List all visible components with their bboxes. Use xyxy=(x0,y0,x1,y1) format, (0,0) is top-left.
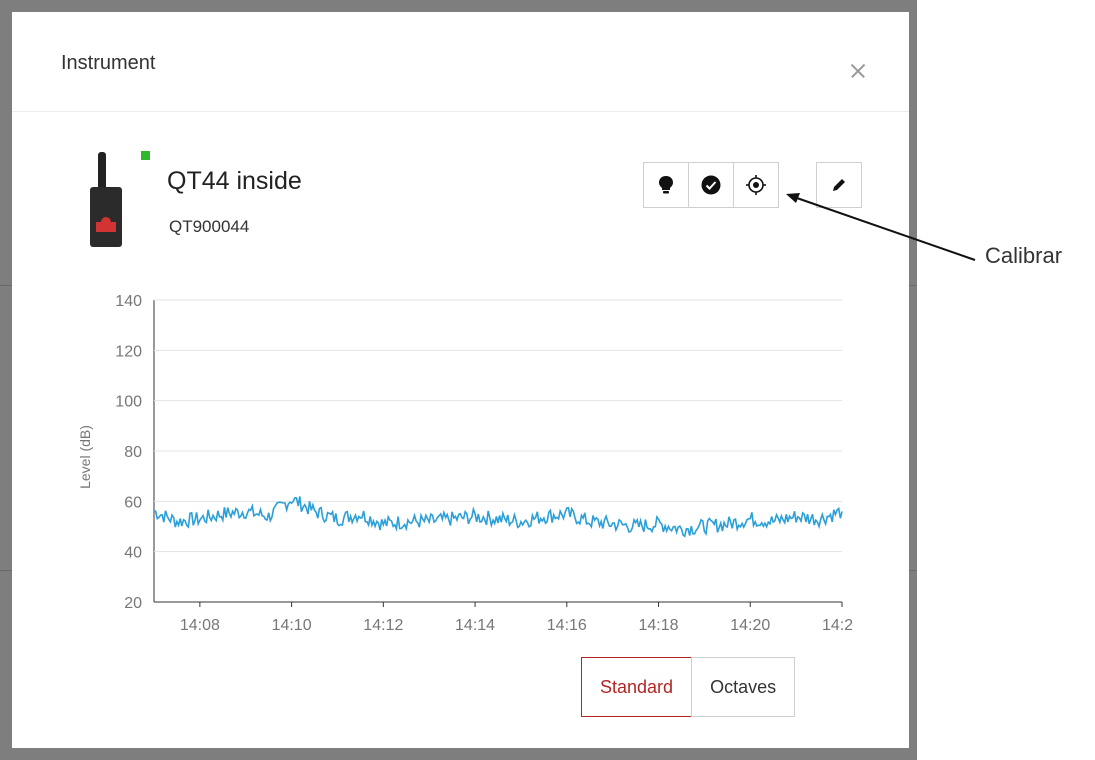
y-tick-label: 140 xyxy=(115,293,142,310)
x-tick-label: 14:14 xyxy=(455,617,495,634)
status-indicator xyxy=(141,151,150,160)
lightbulb-icon xyxy=(659,176,673,194)
chart-grid xyxy=(153,299,842,603)
verify-button[interactable] xyxy=(688,162,734,208)
close-button[interactable] xyxy=(843,56,873,86)
x-axis: 14:08 14:10 14:12 14:14 14:16 14:18 14:20 14:22 xyxy=(180,602,852,634)
sound-meter-device-icon xyxy=(90,152,122,247)
instrument-name: QT44 inside xyxy=(167,167,302,195)
y-tick-label: 40 xyxy=(124,545,142,562)
x-tick-label: 14:10 xyxy=(272,617,312,634)
x-tick-label: 14:08 xyxy=(180,617,220,634)
standard-view-button[interactable]: Standard xyxy=(581,657,693,717)
y-axis-label: Level (dB) xyxy=(77,425,93,489)
dialog-header: Instrument xyxy=(12,12,909,112)
x-tick-label: 14:20 xyxy=(730,617,770,634)
instrument-toolbar xyxy=(643,162,779,208)
x-tick-label: 14:16 xyxy=(547,617,587,634)
calibrate-target-icon xyxy=(746,175,766,195)
instrument-serial: QT900044 xyxy=(169,217,250,236)
instrument-dialog: Instrument QT44 inside QT900044 20 40 60… xyxy=(12,12,909,748)
x-tick-label: 14:12 xyxy=(363,617,403,634)
level-chart: 20406080100120140 14:08 14:10 14:12 14:14 14… xyxy=(77,293,852,634)
x-tick-label: 14:18 xyxy=(639,617,679,634)
callout-arrow xyxy=(786,193,976,261)
y-tick-label: 60 xyxy=(124,494,142,511)
octaves-view-button[interactable]: Octaves xyxy=(691,657,796,717)
calibrate-button[interactable] xyxy=(733,162,779,208)
callout-label: Calibrar xyxy=(985,243,1063,268)
y-tick-label: 120 xyxy=(115,343,142,360)
y-tick-label: 100 xyxy=(115,394,142,411)
verified-badge-icon xyxy=(701,175,721,195)
y-tick-label: 80 xyxy=(124,444,142,461)
x-tick-label: 14:22 xyxy=(822,617,852,634)
y-axis: 20 40 60 80 100 120 140 xyxy=(115,293,142,612)
y-tick-label: 20 xyxy=(124,595,142,612)
series-line xyxy=(153,496,843,538)
locate-button[interactable] xyxy=(643,162,689,208)
dialog-title: Instrument xyxy=(61,52,156,74)
view-toggle: Standard Octaves xyxy=(581,657,796,717)
